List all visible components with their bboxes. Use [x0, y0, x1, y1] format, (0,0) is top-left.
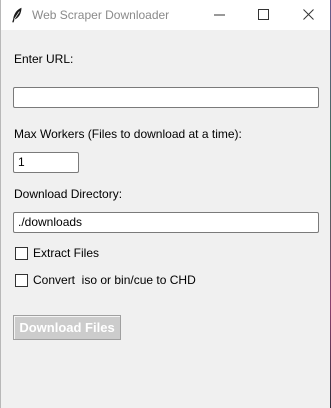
convert-chd-label[interactable]: Convert iso or bin/cue to CHD [33, 273, 196, 287]
max-workers-input[interactable]: 1 [13, 152, 79, 173]
maximize-button[interactable] [241, 0, 285, 30]
url-label: Enter URL: [14, 52, 74, 66]
app-window: Web Scraper Downloader Enter URL: Max Wo… [0, 0, 330, 408]
download-directory-input[interactable]: ./downloads [13, 212, 319, 233]
extract-files-label[interactable]: Extract Files [33, 246, 99, 260]
extract-files-checkbox-row[interactable]: Extract Files [15, 246, 135, 262]
download-files-button[interactable]: Download Files [13, 315, 121, 340]
convert-chd-checkbox[interactable] [15, 274, 28, 287]
close-icon [303, 9, 314, 20]
feather-icon [11, 7, 23, 23]
minimize-button[interactable] [197, 0, 241, 30]
download-directory-label: Download Directory: [14, 187, 123, 201]
close-button[interactable] [286, 0, 330, 30]
minimize-icon [214, 14, 225, 16]
convert-chd-checkbox-row[interactable]: Convert iso or bin/cue to CHD [15, 273, 235, 289]
maximize-icon [258, 9, 269, 20]
extract-files-checkbox[interactable] [15, 247, 28, 260]
url-input[interactable] [13, 87, 319, 108]
window-title: Web Scraper Downloader [32, 8, 170, 22]
max-workers-label: Max Workers (Files to download at a time… [14, 127, 242, 141]
title-bar[interactable]: Web Scraper Downloader [1, 0, 330, 30]
